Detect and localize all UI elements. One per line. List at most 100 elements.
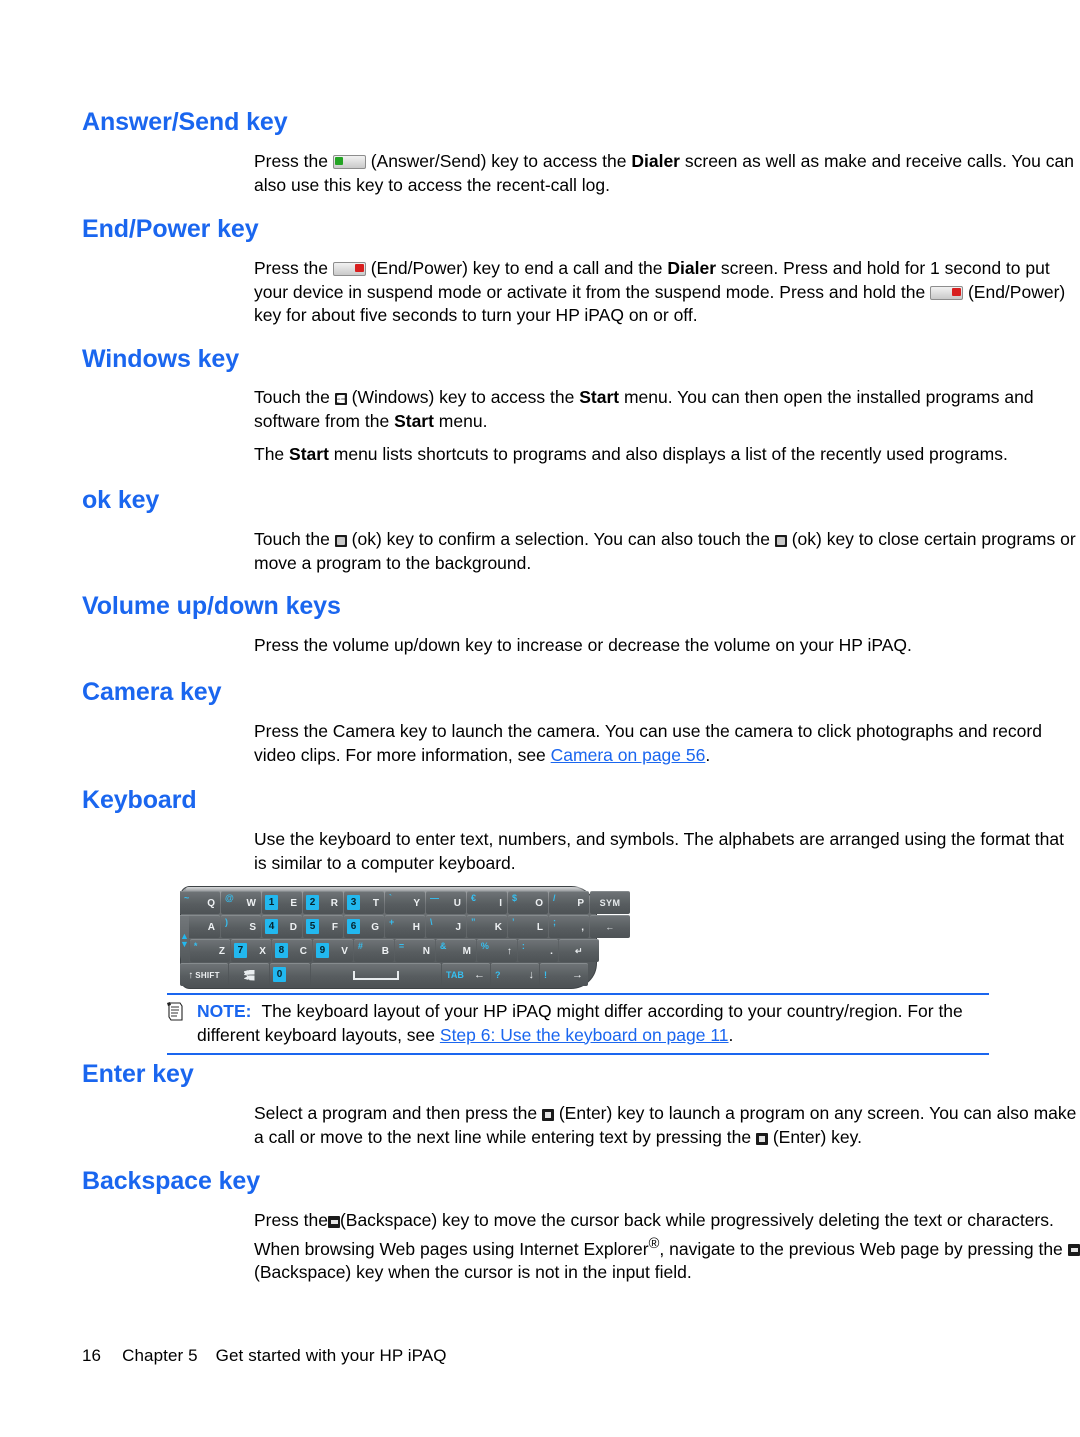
keyboard-key-0[interactable]: 0 — [270, 963, 310, 986]
keyboard-key-u[interactable]: — U — [426, 891, 466, 914]
keyboard-row: ▲ ▼ * Z 7 X 8 C 9 V # B = N & M% ↑:. ↵ — [180, 915, 599, 963]
text-a: (Answer/Send) key to access the — [370, 151, 632, 171]
windows-logo-icon — [243, 969, 255, 981]
key-main-label: O — [535, 897, 543, 909]
keyboard-key-n[interactable]: = N — [394, 939, 435, 962]
key-main-label: D — [289, 921, 297, 933]
key-alt-label: — — [430, 893, 439, 903]
keyboard-key-j[interactable]: \ J — [426, 915, 466, 938]
chevron-down-icon: ▼ — [180, 938, 189, 949]
ok-key-icon — [774, 535, 787, 547]
key-main-label: S — [249, 921, 256, 933]
keyboard-key-y[interactable]: ` Y — [385, 891, 425, 914]
keyboard-key-h[interactable]: + H — [385, 915, 425, 938]
keyboard-key-l[interactable]: ’ L — [508, 915, 548, 938]
keyboard-rows: ~Q@W1E2R3T`Y—U€I$O/PSYM(A)S4D5F6G+H\J”K’… — [180, 891, 630, 986]
keyboard-key-x[interactable]: 7X — [230, 939, 271, 962]
key-main-label: → — [572, 969, 583, 981]
enter-key-icon — [541, 1109, 554, 1121]
text-c: (Backspace) key when the cursor is not i… — [254, 1261, 692, 1282]
keyboard-key-k[interactable]: ” K — [467, 915, 507, 938]
keyboard-key-e[interactable]: 1E — [262, 891, 302, 914]
keyboard-key-f[interactable]: 5F — [303, 915, 343, 938]
keyboard-navigation-pad[interactable]: ▲ ▼ — [180, 915, 189, 963]
keyboard-key-[interactable]: ! → — [540, 963, 588, 986]
key-alt-label: ” — [471, 917, 476, 927]
paragraph-backspace-key: Press the (Backspace) key to move the cur… — [254, 1209, 1080, 1284]
registered-mark: ® — [648, 1235, 660, 1252]
keyboard-key-z[interactable]: * Z — [189, 939, 230, 962]
heading-windows-key: Windows key — [82, 345, 240, 373]
keyboard-key-[interactable]: ? ↓ — [491, 963, 539, 986]
keyboard-key-t[interactable]: 3T — [344, 891, 384, 914]
key-alt-label: ) — [225, 917, 228, 927]
heading-answer-send-key: Answer/Send key — [82, 108, 288, 136]
keyboard-key-o[interactable]: $ O — [508, 891, 548, 914]
keyboard-key-backspace[interactable]: ← — [590, 915, 630, 938]
keyboard-key-enter[interactable]: ↵ — [558, 939, 599, 962]
paragraph-end-power-key: Press the (End/Power) key to end a call … — [254, 257, 1076, 328]
key-main-label: V — [341, 945, 348, 957]
link-camera-page-56[interactable]: Camera on page 56 — [551, 745, 706, 765]
keyboard-key-r[interactable]: 2R — [303, 891, 343, 914]
key-number-label: 6 — [347, 919, 360, 934]
keyboard-key-q[interactable]: ~ Q — [180, 891, 220, 914]
backspace-key-icon — [327, 1216, 340, 1228]
keyboard-key-sym[interactable]: SYM — [590, 891, 630, 914]
keyboard-key-v[interactable]: 9V — [312, 939, 353, 962]
text-lead: Touch the — [254, 387, 330, 407]
key-alt-label: : — [521, 941, 525, 951]
key-main-label: J — [455, 921, 461, 933]
key-main-label: Y — [413, 897, 420, 909]
text-a: (Windows) key to access the — [351, 387, 580, 407]
keyboard-key-i[interactable]: € I — [467, 891, 507, 914]
text-plain: Press the volume up/down key to increase… — [254, 635, 912, 655]
link-step6-keyboard-page-11[interactable]: Step 6: Use the keyboard on page 11 — [440, 1025, 729, 1045]
key-main-label: H — [412, 921, 420, 933]
bold-dialer: Dialer — [631, 151, 680, 171]
keyboard-key-,[interactable]: ;, — [549, 915, 589, 938]
heading-volume-keys: Volume up/down keys — [82, 592, 341, 620]
keyboard-key-shift[interactable]: ↑ SHIFT — [180, 963, 228, 986]
text-a: (End/Power) key to end a call and the — [370, 258, 668, 278]
keyboard-key-windows[interactable] — [229, 963, 269, 986]
paragraph-enter-key: Select a program and then press the (Ent… — [254, 1102, 1080, 1149]
keyboard-key-c[interactable]: 8C — [271, 939, 312, 962]
key-alt-label: ~ — [184, 893, 190, 903]
key-alt-label: = — [398, 941, 405, 951]
keyboard-key-d[interactable]: 4D — [262, 915, 302, 938]
keyboard-key-space[interactable] — [311, 963, 441, 986]
key-main-label: Z — [218, 945, 225, 957]
keyboard-key-s[interactable]: ) S — [221, 915, 261, 938]
key-main-label: SHIFT — [195, 970, 220, 980]
bold-dialer: Dialer — [667, 258, 717, 278]
keyboard-key-↑[interactable]: % ↑ — [476, 939, 517, 962]
key-main-label: N — [422, 945, 430, 957]
note-text-b: . — [728, 1024, 734, 1045]
keyboard-key-tab[interactable]: TAB ← — [442, 963, 490, 986]
paragraph-camera-key: Press the Camera key to launch the camer… — [254, 720, 1076, 767]
key-alt-label: ! — [544, 970, 547, 980]
key-alt-label: TAB — [446, 970, 464, 980]
keyboard-key-b[interactable]: # B — [353, 939, 394, 962]
key-alt-label: $ — [512, 893, 518, 903]
key-alt-label: # — [357, 941, 363, 951]
backspace-key-icon — [1067, 1244, 1080, 1257]
key-alt-label: \ — [430, 917, 433, 927]
paragraph-windows-key-2: The Start menu lists shortcuts to progra… — [254, 443, 1076, 467]
heading-keyboard: Keyboard — [82, 786, 197, 814]
end-power-key-icon — [930, 285, 964, 300]
note-icon — [167, 1002, 183, 1021]
keyboard-key-m[interactable]: & M — [435, 939, 476, 962]
keyboard-key-w[interactable]: @ W — [221, 891, 261, 914]
enter-key-icon — [755, 1132, 768, 1145]
text-lead: Press the — [254, 1210, 328, 1230]
keyboard-key-g[interactable]: 6G — [344, 915, 384, 938]
text-plain: Use the keyboard to enter text, numbers,… — [254, 829, 1064, 873]
keyboard-key-.[interactable]: :. — [517, 939, 558, 962]
key-number-label: 5 — [306, 919, 319, 934]
keyboard-key-p[interactable]: / P — [549, 891, 589, 914]
key-alt-label: + — [389, 917, 395, 927]
key-main-label: R — [330, 897, 338, 909]
heading-enter-key: Enter key — [82, 1060, 194, 1088]
